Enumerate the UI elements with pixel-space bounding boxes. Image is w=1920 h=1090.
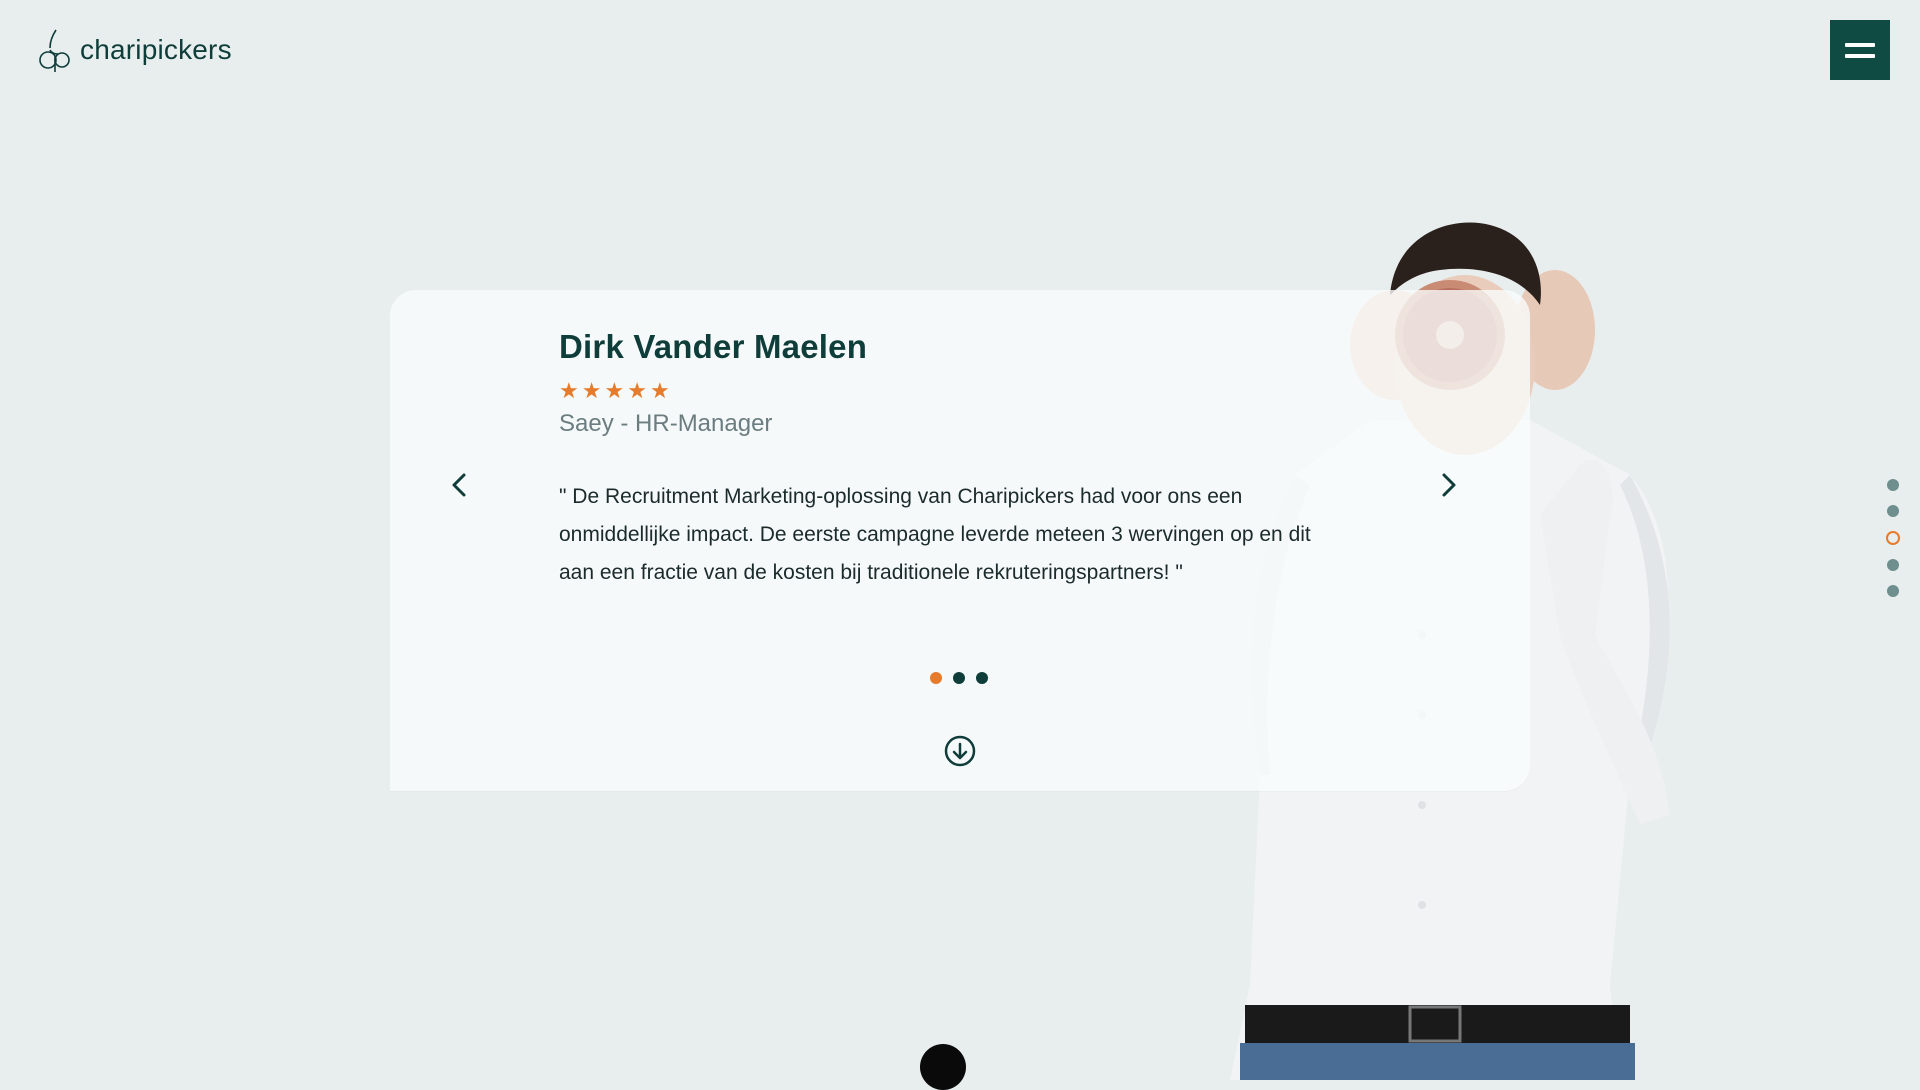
star-icon: ★ <box>559 378 579 403</box>
testimonial-card: Dirk Vander Maelen ★ ★ ★ ★ ★ Saey - HR-M… <box>390 290 1530 791</box>
section-nav-dot[interactable] <box>1887 505 1899 517</box>
chevron-right-icon[interactable] <box>1428 465 1468 505</box>
quote-line: aan een fractie van de kosten bij tradit… <box>559 561 1183 584</box>
quote-line: " De Recruitment Marketing-oplossing van… <box>559 485 1243 508</box>
star-icon: ★ <box>649 378 670 403</box>
testimonial-name: Dirk Vander Maelen <box>559 328 868 365</box>
brand-logo[interactable]: charipickers <box>38 28 232 72</box>
testimonial-content: Dirk Vander Maelen ★ ★ ★ ★ ★ Saey - HR-M… <box>559 328 1389 592</box>
testimonial-role: Saey - HR-Manager <box>559 410 773 437</box>
carousel-dot[interactable] <box>930 672 942 684</box>
chevron-left-icon[interactable] <box>440 465 480 505</box>
star-icon: ★ <box>581 378 602 403</box>
star-icon: ★ <box>627 378 647 403</box>
section-nav <box>1886 479 1900 597</box>
section-nav-dot[interactable] <box>1887 479 1899 491</box>
testimonial-quote: " De Recruitment Marketing-oplossing van… <box>559 478 1379 592</box>
section-nav-dot[interactable] <box>1887 559 1899 571</box>
star-icon: ★ <box>604 378 625 403</box>
hamburger-icon-bar <box>1845 42 1875 47</box>
brand-name: charipickers <box>80 34 232 65</box>
carousel-dot[interactable] <box>976 672 988 684</box>
carousel-dot[interactable] <box>953 672 965 684</box>
arrow-down-circle-icon[interactable] <box>943 734 977 768</box>
quote-line: onmiddellijke impact. De eerste campagne… <box>559 523 1311 546</box>
scroll-indicator <box>920 1044 966 1090</box>
menu-button[interactable] <box>1830 20 1890 80</box>
hamburger-icon-bar <box>1845 53 1875 58</box>
section-nav-dot[interactable] <box>1887 585 1899 597</box>
section-nav-dot-active[interactable] <box>1886 531 1900 545</box>
carousel-pagination <box>930 672 988 684</box>
rating-stars: ★ ★ ★ ★ ★ <box>559 380 1389 402</box>
cp-logo-icon <box>39 29 70 72</box>
